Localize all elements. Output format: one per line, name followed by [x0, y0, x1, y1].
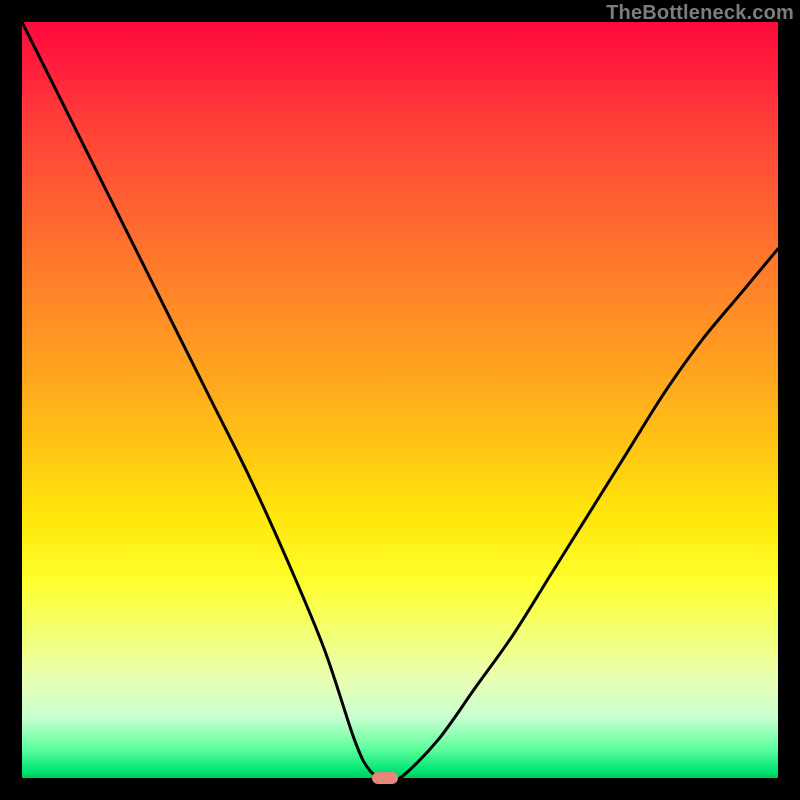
- plot-area: [22, 22, 778, 778]
- chart-frame: TheBottleneck.com: [0, 0, 800, 800]
- minimum-marker: [372, 772, 398, 784]
- bottleneck-curve: [22, 22, 778, 778]
- watermark-text: TheBottleneck.com: [606, 2, 794, 25]
